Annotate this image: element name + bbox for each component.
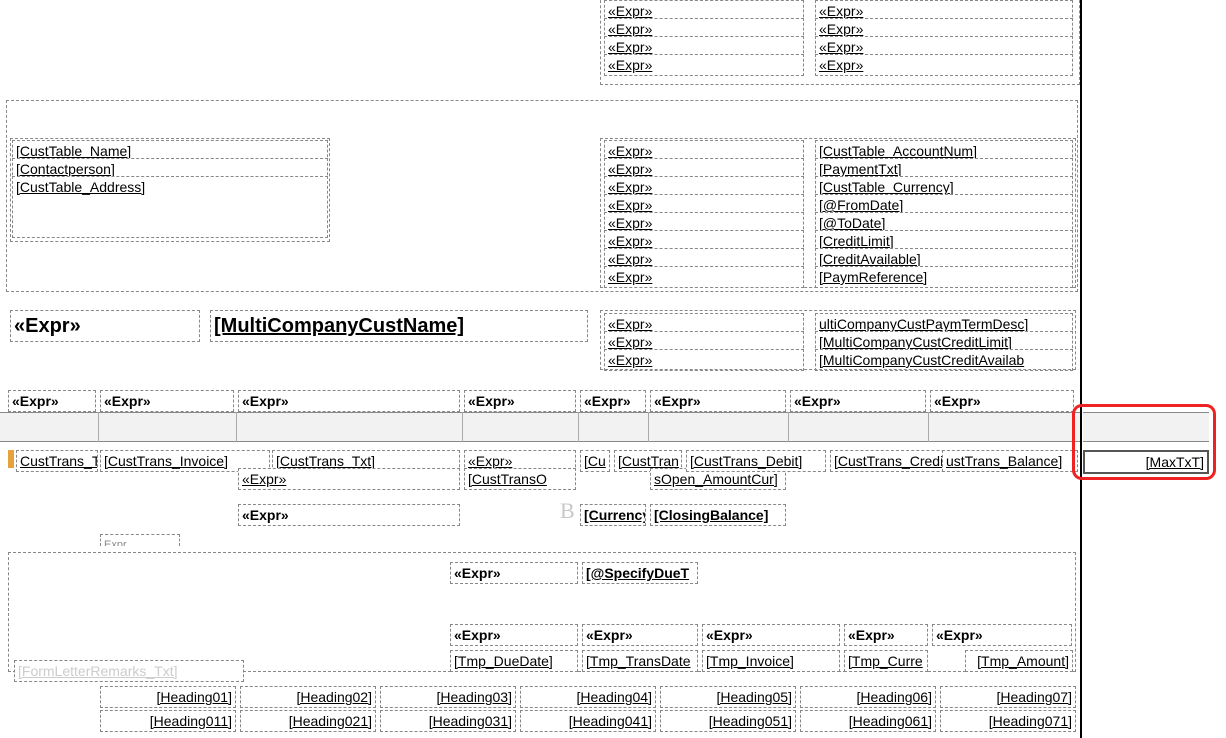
heading1-2[interactable]: [Heading03] <box>380 686 516 708</box>
heading1-4[interactable]: [Heading05] <box>660 686 796 708</box>
tmp-0[interactable]: [Tmp_DueDate] <box>450 650 578 672</box>
heading1-3[interactable]: [Heading04] <box>520 686 656 708</box>
v3 <box>462 412 463 442</box>
closing-curr[interactable]: [Currency <box>580 504 646 526</box>
closing-expr[interactable]: «Expr» <box>238 504 460 526</box>
heading2-2[interactable]: [Heading031] <box>380 710 516 732</box>
gray-band-ext <box>1083 412 1209 442</box>
heading2-4[interactable]: [Heading051] <box>660 710 796 732</box>
title-left-expr[interactable]: «Expr» <box>10 310 200 342</box>
title-custname[interactable]: [MultiCompanyCustName] <box>210 310 588 342</box>
sub-hdr-1[interactable]: «Expr» <box>582 624 698 646</box>
tmp-4[interactable]: [Tmp_Amount] <box>965 650 1073 672</box>
hdr-2[interactable]: «Expr» <box>238 390 460 412</box>
v6 <box>788 412 789 442</box>
gray-band <box>0 412 1080 442</box>
tmp-3[interactable]: [Tmp_Curre <box>844 650 928 672</box>
hdr-0[interactable]: «Expr» <box>8 390 96 412</box>
sub-hdr-4[interactable]: «Expr» <box>932 624 1072 646</box>
due-label[interactable]: [@SpecifyDueT <box>582 562 698 584</box>
maxtxt-cell[interactable]: [MaxTxT] <box>1083 450 1209 474</box>
bold-indicator-icon: B <box>560 498 575 524</box>
trans-c4b[interactable]: [CustTransO <box>464 468 576 490</box>
heading1-5[interactable]: [Heading06] <box>800 686 936 708</box>
detail-label-7[interactable]: «Expr» <box>604 266 804 288</box>
v7 <box>928 412 929 442</box>
heading2-1[interactable]: [Heading021] <box>240 710 376 732</box>
form-letter[interactable]: [FormLetterRemarks_Txt] <box>14 660 244 682</box>
v1 <box>98 412 99 442</box>
hdr-3[interactable]: «Expr» <box>464 390 576 412</box>
hdr-6[interactable]: «Expr» <box>790 390 926 412</box>
trans-c3b[interactable]: «Expr» <box>238 468 460 490</box>
due-expr[interactable]: «Expr» <box>450 562 578 584</box>
hdr-5[interactable]: «Expr» <box>650 390 786 412</box>
trans-c9[interactable]: ustTrans_Balance] <box>942 450 1078 472</box>
v4 <box>578 412 579 442</box>
right-border <box>1080 0 1082 738</box>
trans-c1[interactable]: CustTrans_T <box>16 450 98 472</box>
trans-c5[interactable]: [Cu <box>580 450 610 472</box>
heading2-0[interactable]: [Heading011] <box>100 710 236 732</box>
heading2-3[interactable]: [Heading041] <box>520 710 656 732</box>
clipped-expr[interactable]: Expr <box>100 534 180 546</box>
trans-c7[interactable]: [CustTrans_Debit] <box>686 450 826 472</box>
hdr-4[interactable]: «Expr» <box>580 390 646 412</box>
heading1-1[interactable]: [Heading02] <box>240 686 376 708</box>
row-selector-icon[interactable] <box>8 450 14 468</box>
tmp-2[interactable]: [Tmp_Invoice] <box>702 650 840 672</box>
detail-value-7[interactable]: [PaymReference] <box>815 266 1073 288</box>
sub-hdr-2[interactable]: «Expr» <box>702 624 840 646</box>
heading1-6[interactable]: [Heading07] <box>940 686 1076 708</box>
heading2-6[interactable]: [Heading071] <box>940 710 1076 732</box>
top-col2-3[interactable]: «Expr» <box>815 54 1073 76</box>
v5 <box>648 412 649 442</box>
tmp-1[interactable]: [Tmp_TransDate <box>582 650 698 672</box>
sub-hdr-0[interactable]: «Expr» <box>450 624 578 646</box>
sub-hdr-3[interactable]: «Expr» <box>844 624 928 646</box>
title-right-box <box>600 310 1076 370</box>
heading1-0[interactable]: [Heading01] <box>100 686 236 708</box>
hdr-7[interactable]: «Expr» <box>930 390 1074 412</box>
heading2-5[interactable]: [Heading061] <box>800 710 936 732</box>
top-col1-3[interactable]: «Expr» <box>604 54 804 76</box>
hdr-1[interactable]: «Expr» <box>100 390 234 412</box>
v2 <box>236 412 237 442</box>
closing-bal[interactable]: [ClosingBalance] <box>650 504 786 526</box>
custtable-address[interactable]: [CustTable_Address] <box>12 176 328 238</box>
